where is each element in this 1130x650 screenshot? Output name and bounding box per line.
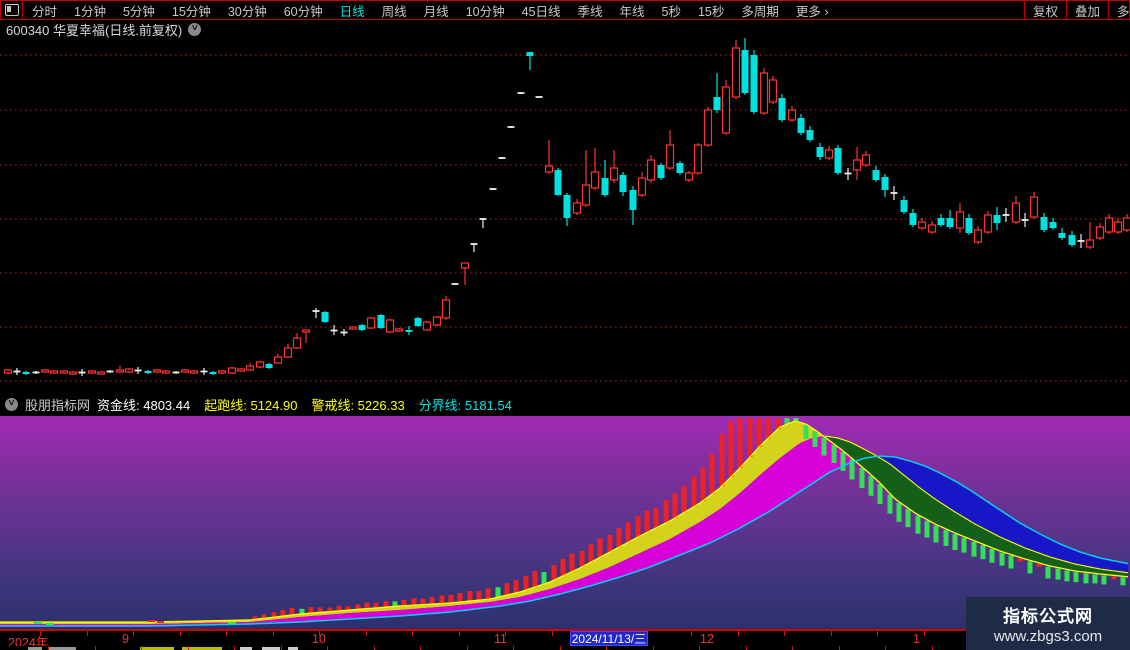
axis-tick <box>86 631 88 636</box>
axis-tick <box>373 646 375 650</box>
toolbar-item-11[interactable]: 季线 <box>578 1 603 20</box>
indicator-field-3: 分界线: 5181.54 <box>418 398 512 413</box>
watermark-title: 指标公式网 <box>1003 607 1093 626</box>
toolbar-item-0[interactable]: 分时 <box>32 1 57 20</box>
axis-tick <box>513 646 514 650</box>
period-toolbar: 分时 1分钟 5分钟 15分钟 30分钟 60分钟 日线 周线 月线 10分钟 45日线 季线 年线 5秒… <box>0 0 1130 20</box>
axis-date-highlight: 2024/11/13/三 <box>570 631 648 646</box>
axis-tick <box>505 631 506 636</box>
axis-tick <box>652 646 654 650</box>
axis-tick <box>179 631 181 636</box>
axis-tick <box>187 646 189 650</box>
toolbar-button-2[interactable]: 多 <box>1108 1 1129 19</box>
indicator-header: ˅ 股朋指标网 资金线: 4803.44 起跑线: 5124.90 警戒线: 522… <box>0 393 1130 416</box>
axis-tick <box>40 631 41 636</box>
indicator-field-2: 警戒线: 5226.33 <box>311 398 405 413</box>
indicator-source-label[interactable]: 股朋指标网 <box>25 395 90 414</box>
axis-tick <box>420 646 421 650</box>
toolbar-item-5[interactable]: 60分钟 <box>284 1 323 20</box>
toolbar-right: 复权 叠加多 <box>1023 1 1129 19</box>
axis-tick <box>272 631 274 636</box>
toolbar-item-7[interactable]: 周线 <box>382 1 407 20</box>
app-window: 分时 1分钟 5分钟 15分钟 30分钟 60分钟 日线 周线 月线 10分钟 45日线 季线 年线 5秒… <box>0 0 1130 650</box>
toolbar-button-0[interactable]: 复权 <box>1023 1 1066 19</box>
axis-tick <box>280 646 282 650</box>
axis-tick <box>784 631 785 636</box>
axis-tick <box>923 631 925 636</box>
axis-tick <box>691 631 692 636</box>
toolbar-item-12[interactable]: 年线 <box>620 1 645 20</box>
axis-tick <box>458 631 460 636</box>
chevron-down-circle-icon[interactable]: ˅ <box>5 398 18 411</box>
chart-canvas[interactable] <box>0 0 1130 650</box>
window-split-icon <box>4 4 19 16</box>
axis-tick <box>48 646 49 650</box>
axis-tick <box>606 646 607 650</box>
toolbar-button-1[interactable]: 叠加 <box>1065 1 1108 19</box>
axis-tick <box>412 631 413 636</box>
toolbar-item-4[interactable]: 30分钟 <box>228 1 267 20</box>
axis-label-5: 1 <box>913 632 920 646</box>
chevron-down-circle-icon[interactable]: ˅ <box>188 22 202 36</box>
axis-tick <box>466 646 468 650</box>
axis-tick <box>699 646 700 650</box>
indicator-field-1: 起跑线: 5124.90 <box>204 398 298 413</box>
toolbar-item-3[interactable]: 15分钟 <box>172 1 211 20</box>
axis-tick <box>737 631 739 636</box>
axis-tick <box>877 631 878 636</box>
axis-tick <box>365 631 367 636</box>
toolbar-item-16[interactable]: 更多 › <box>796 1 829 20</box>
axis-tick <box>745 646 747 650</box>
axis-tick <box>551 631 553 636</box>
axis-tick <box>885 646 886 650</box>
axis-tick <box>319 631 320 636</box>
axis-tick <box>234 646 235 650</box>
axis-tick <box>838 646 840 650</box>
axis-tick <box>94 646 96 650</box>
stock-title: 600340 华夏幸福(日线.前复权) <box>6 22 183 38</box>
toolbar-item-8[interactable]: 月线 <box>424 1 449 20</box>
toolbar-item-10[interactable]: 45日线 <box>522 1 561 20</box>
clipped-next-pane <box>0 646 1130 650</box>
toolbar-item-1[interactable]: 1分钟 <box>74 1 106 20</box>
candlestick-chart[interactable] <box>3 38 1130 376</box>
ribbon-indicator-chart[interactable] <box>0 418 1129 627</box>
toolbar-item-2[interactable]: 5分钟 <box>123 1 155 20</box>
axis-tick <box>559 646 561 650</box>
toolbar-item-15[interactable]: 多周期 <box>741 1 779 20</box>
toolbar-item-9[interactable]: 10分钟 <box>466 1 505 20</box>
axis-tick <box>792 646 793 650</box>
axis-tick <box>133 631 134 636</box>
axis-label-1: 9 <box>122 632 129 646</box>
indicator-values: 资金线: 4803.44 起跑线: 5124.90 警戒线: 5226.33 分界线:… <box>97 395 512 414</box>
axis-tick <box>327 646 328 650</box>
toolbar-item-14[interactable]: 15秒 <box>698 1 724 20</box>
watermark-url: www.zbgs3.com <box>993 628 1103 645</box>
axis-tick <box>931 646 933 650</box>
axis-tick <box>141 646 142 650</box>
toolbar-menu: 分时 1分钟 5分钟 15分钟 30分钟 60分钟 日线 周线 月线 10分钟 45日线 季线 年线 5秒… <box>23 1 1024 20</box>
toolbar-item-6[interactable]: 日线 <box>340 1 365 20</box>
axis-tick <box>226 631 227 636</box>
axis-tick <box>830 631 832 636</box>
indicator-field-0: 资金线: 4803.44 <box>97 398 191 413</box>
toolbar-item-13[interactable]: 5秒 <box>662 1 681 20</box>
title-bar: 600340 华夏幸福(日线.前复权) ˅ <box>0 20 1130 38</box>
watermark: 指标公式网 www.zbgs3.com <box>966 597 1130 650</box>
axis-label-4: 12 <box>700 632 714 646</box>
window-split-icon-cell[interactable] <box>1 1 23 19</box>
